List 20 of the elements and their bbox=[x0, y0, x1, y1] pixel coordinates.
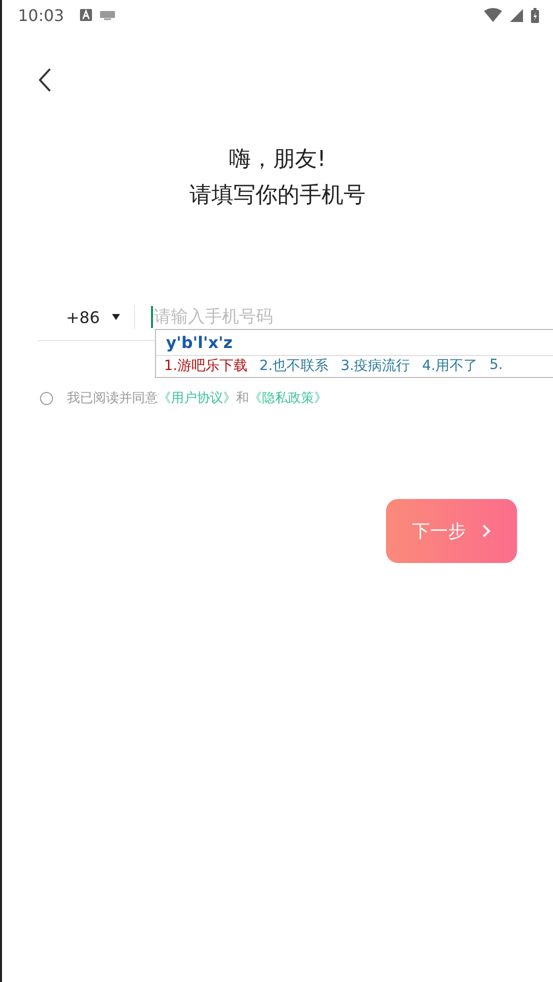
back-icon[interactable] bbox=[38, 68, 52, 92]
ime-candidate[interactable]: 3.疫病流行 bbox=[340, 357, 410, 375]
greeting-title: 嗨，朋友! bbox=[228, 146, 327, 174]
ime-candidate[interactable]: 5. bbox=[489, 357, 503, 375]
country-code-select[interactable]: +86 bbox=[38, 308, 120, 326]
keyboard-icon bbox=[100, 10, 116, 20]
next-button[interactable]: 下一步 bbox=[386, 499, 517, 563]
ime-candidate[interactable]: 1.游吧乐下载 bbox=[164, 357, 248, 375]
ime-candidate[interactable]: 4.用不了 bbox=[422, 357, 478, 375]
notification-icon bbox=[80, 9, 92, 21]
consent-text: 我已阅读并同意《用户协议》和《隐私政策》 bbox=[67, 390, 327, 407]
chevron-right-icon bbox=[482, 524, 491, 538]
status-time: 10:03 bbox=[18, 6, 64, 24]
consent-radio[interactable] bbox=[40, 392, 53, 404]
greeting-subtitle: 请填写你的手机号 bbox=[188, 182, 366, 210]
ime-candidate[interactable]: 2.也不联系 bbox=[259, 357, 329, 375]
battery-icon bbox=[531, 8, 539, 22]
ime-composition: y'b'l'x'z bbox=[156, 330, 553, 356]
signal-icon bbox=[510, 8, 523, 22]
wifi-icon bbox=[484, 8, 502, 22]
